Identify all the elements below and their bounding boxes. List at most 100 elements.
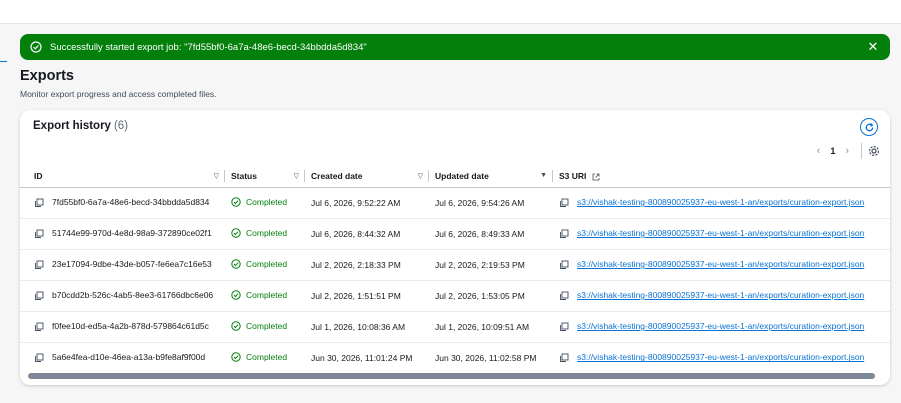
cell-s3-uri: s3://vishak-testing-800890025937-eu-west… (553, 249, 890, 281)
updated-date-text: Jul 6, 2026, 8:49:33 AM (435, 228, 525, 239)
cell-updated-date: Jun 30, 2026, 11:02:58 PM (429, 342, 553, 373)
copy-icon[interactable] (559, 229, 569, 239)
cell-updated-date: Jul 2, 2026, 2:19:53 PM (429, 249, 553, 281)
cell-s3-uri: s3://vishak-testing-800890025937-eu-west… (553, 218, 890, 250)
cell-created-date: Jul 6, 2026, 9:52:22 AM (305, 187, 429, 219)
pagination: ‹ 1 › (811, 142, 880, 160)
cell-status: Completed (225, 311, 305, 343)
cell-created-date: Jul 1, 2026, 10:08:36 AM (305, 311, 429, 343)
updated-date-text: Jun 30, 2026, 11:02:58 PM (435, 352, 537, 363)
status-text: Completed (246, 351, 288, 362)
cell-s3-uri: s3://vishak-testing-800890025937-eu-west… (553, 187, 890, 219)
cell-id: 7fd55bf0-6a7a-48e6-becd-34bbdda5d834 (20, 187, 225, 219)
sort-desc-icon: ▼ (540, 172, 547, 180)
copy-icon[interactable] (559, 260, 569, 270)
cell-id: 5a6e4fea-d10e-46ea-a13a-b9fe8af9f00d (20, 342, 225, 373)
sort-caret-icon: ▽ (293, 172, 299, 180)
top-navigation-bar (0, 0, 901, 24)
s3-uri-link[interactable]: s3://vishak-testing-800890025937-eu-west… (577, 321, 864, 331)
cell-status: Completed (225, 342, 305, 373)
status-success-icon (231, 352, 241, 362)
updated-date-text: Jul 2, 2026, 1:53:05 PM (435, 290, 525, 301)
status-text: Completed (246, 196, 288, 207)
column-header-updated-date[interactable]: Updated date ▼ (429, 165, 553, 188)
cell-created-date: Jul 6, 2026, 8:44:32 AM (305, 218, 429, 250)
column-header-id[interactable]: ID ▽ (20, 165, 225, 188)
cell-updated-date: Jul 1, 2026, 10:09:51 AM (429, 311, 553, 343)
cell-id: f0fee10d-ed5a-4a2b-878d-579864c61d5c (20, 311, 225, 343)
s3-uri-link[interactable]: s3://vishak-testing-800890025937-eu-west… (577, 197, 864, 207)
column-header-created-date[interactable]: Created date ▽ (305, 165, 429, 188)
export-history-title: Export history (33, 120, 111, 132)
column-label-s3-uri: S3 URI (559, 170, 587, 181)
status-success-icon (231, 227, 241, 238)
created-date-text: Jul 6, 2026, 9:52:22 AM (311, 197, 401, 208)
close-icon[interactable]: ✕ (866, 39, 880, 54)
pagination-next-button[interactable]: › (839, 145, 855, 157)
export-id-text: 51744e99-970d-4e8d-98a9-372890ce02f1 (52, 228, 212, 239)
export-id-text: f0fee10d-ed5a-4a2b-878d-579864c61d5c (52, 321, 209, 332)
column-label-id: ID (34, 170, 43, 181)
gear-icon[interactable] (868, 145, 880, 157)
export-id-text: 23e17094-9dbe-43de-b057-fe6ea7c16e53 (52, 259, 212, 270)
copy-icon[interactable] (34, 198, 44, 208)
cell-status: Completed (225, 249, 305, 281)
cell-id: 23e17094-9dbe-43de-b057-fe6ea7c16e53 (20, 249, 225, 281)
s3-uri-link[interactable]: s3://vishak-testing-800890025937-eu-west… (577, 290, 864, 300)
updated-date-text: Jul 1, 2026, 10:09:51 AM (435, 321, 530, 332)
page-description: Monitor export progress and access compl… (20, 89, 217, 99)
copy-icon[interactable] (34, 291, 44, 301)
status-success-icon (231, 258, 241, 269)
created-date-text: Jun 30, 2026, 11:01:24 PM (311, 352, 413, 363)
cell-created-date: Jul 2, 2026, 1:51:51 PM (305, 280, 429, 312)
pagination-page-1[interactable]: 1 (826, 146, 839, 156)
status-success-icon (231, 320, 241, 331)
export-history-header: Export history (6) (33, 120, 128, 132)
refresh-button[interactable] (860, 118, 878, 136)
s3-uri-link[interactable]: s3://vishak-testing-800890025937-eu-west… (577, 352, 864, 362)
status-text: Completed (246, 258, 288, 269)
copy-icon[interactable] (34, 229, 44, 239)
export-id-text: 5a6e4fea-d10e-46ea-a13a-b9fe8af9f00d (52, 352, 206, 363)
column-label-created-date: Created date (311, 170, 363, 181)
table-row: 5a6e4fea-d10e-46ea-a13a-b9fe8af9f00d Com… (20, 342, 890, 373)
cell-status: Completed (225, 187, 305, 219)
cell-status: Completed (225, 280, 305, 312)
cell-status: Completed (225, 218, 305, 250)
s3-uri-link[interactable]: s3://vishak-testing-800890025937-eu-west… (577, 228, 864, 238)
success-flash-banner: Successfully started export job: "7fd55b… (20, 34, 890, 60)
copy-icon[interactable] (559, 353, 569, 363)
status-text: Completed (246, 227, 288, 238)
status-success-icon (231, 289, 241, 300)
table-row: b70cdd2b-526c-4ab5-8ee3-61766dbc6e06 Com… (20, 280, 890, 312)
horizontal-scrollbar[interactable] (28, 373, 875, 379)
table-row: 23e17094-9dbe-43de-b057-fe6ea7c16e53 Com… (20, 249, 890, 281)
updated-date-text: Jul 2, 2026, 2:19:53 PM (435, 259, 525, 270)
copy-icon[interactable] (559, 322, 569, 332)
export-history-table: ID ▽ Status ▽ Created date ▽ Updated date ▼ … (20, 165, 890, 373)
created-date-text: Jul 1, 2026, 10:08:36 AM (311, 321, 406, 332)
column-label-updated-date: Updated date (435, 170, 489, 181)
created-date-text: Jul 2, 2026, 1:51:51 PM (311, 290, 401, 301)
created-date-text: Jul 2, 2026, 2:18:33 PM (311, 259, 401, 270)
copy-icon[interactable] (34, 322, 44, 332)
refresh-icon (865, 122, 873, 131)
status-text: Completed (246, 289, 288, 300)
s3-uri-link[interactable]: s3://vishak-testing-800890025937-eu-west… (577, 259, 864, 269)
table-row: 51744e99-970d-4e8d-98a9-372890ce02f1 Com… (20, 218, 890, 250)
cell-id: 51744e99-970d-4e8d-98a9-372890ce02f1 (20, 218, 225, 250)
table-row: f0fee10d-ed5a-4a2b-878d-579864c61d5c Com… (20, 311, 890, 343)
cell-updated-date: Jul 6, 2026, 8:49:33 AM (429, 218, 553, 250)
export-id-text: b70cdd2b-526c-4ab5-8ee3-61766dbc6e06 (52, 290, 214, 301)
column-label-status: Status (231, 170, 257, 181)
pagination-prev-button[interactable]: ‹ (811, 145, 827, 157)
copy-icon[interactable] (34, 260, 44, 270)
success-check-icon (30, 41, 42, 53)
side-nav-indicator (0, 61, 7, 62)
column-header-status[interactable]: Status ▽ (225, 165, 305, 188)
copy-icon[interactable] (559, 198, 569, 208)
sort-caret-icon: ▽ (213, 172, 219, 180)
copy-icon[interactable] (559, 291, 569, 301)
export-id-text: 7fd55bf0-6a7a-48e6-becd-34bbdda5d834 (52, 197, 210, 208)
copy-icon[interactable] (34, 353, 44, 363)
